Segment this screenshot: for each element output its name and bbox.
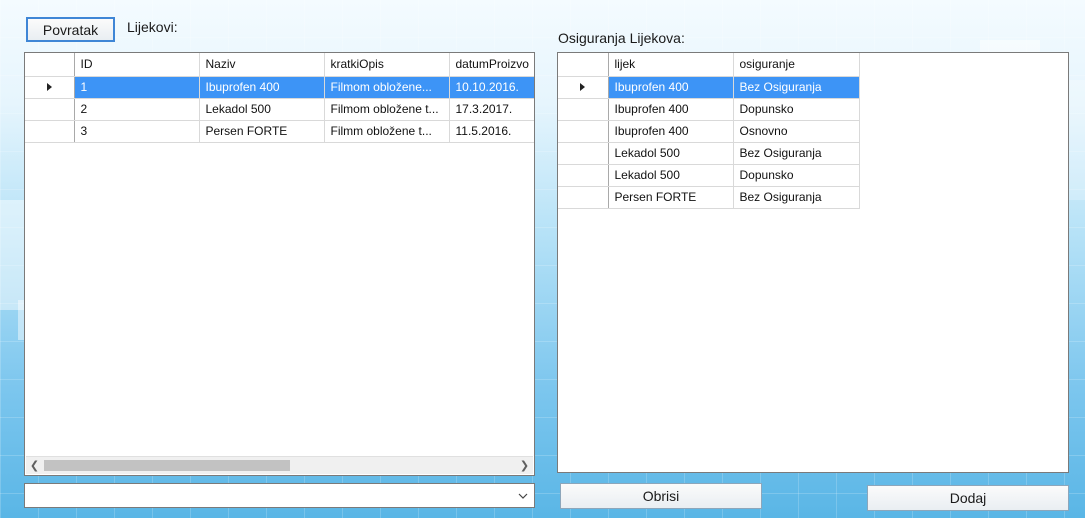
obrisi-button[interactable]: Obrisi [560,483,762,509]
cell-opis[interactable]: Filmom obložene... [324,76,450,99]
cell-lijek[interactable]: Lekadol 500 [608,164,734,187]
row-pointer-icon [46,83,52,91]
cell-id[interactable]: 3 [74,120,200,143]
column-header-datum[interactable]: datumProizvo [449,53,534,77]
table-row[interactable]: Lekadol 500 Dopunsko [558,164,860,187]
cell-datum[interactable]: 17.3.2017. [449,98,534,121]
cell-osiguranje[interactable]: Bez Osiguranja [733,142,860,165]
table-row[interactable]: 3 Persen FORTE Filmm obložene t... 11.5.… [25,120,534,143]
lijekovi-header-row: ID Naziv kratkiOpis datumProizvo [25,53,534,77]
cell-opis[interactable]: Filmom obložene t... [324,98,450,121]
lijek-combobox[interactable] [24,483,535,508]
cell-datum[interactable]: 10.10.2016. [449,76,534,99]
cell-naziv[interactable]: Lekadol 500 [199,98,325,121]
row-header-corner [25,53,75,77]
cell-lijek[interactable]: Lekadol 500 [608,142,734,165]
lijekovi-label: Lijekovi: [127,19,178,35]
row-header-corner [558,53,609,77]
horizontal-scrollbar[interactable]: ❮ ❯ [26,456,533,474]
osiguranja-header-row: lijek osiguranje [558,53,860,77]
cell-osiguranje[interactable]: Dopunsko [733,98,860,121]
chevron-down-icon[interactable] [516,489,530,503]
column-header-osiguranje[interactable]: osiguranje [733,53,860,77]
table-row[interactable]: 2 Lekadol 500 Filmom obložene t... 17.3.… [25,98,534,121]
row-header[interactable] [558,186,609,209]
cell-osiguranje[interactable]: Osnovno [733,120,860,143]
cell-osiguranje[interactable]: Dopunsko [733,164,860,187]
cell-datum[interactable]: 11.5.2016. [449,120,534,143]
row-header[interactable] [25,120,75,143]
osiguranja-grid[interactable]: lijek osiguranje Ibuprofen 400 Bez Osigu… [557,52,1069,473]
lijekovi-grid[interactable]: ID Naziv kratkiOpis datumProizvo 1 Ibupr… [24,52,535,476]
row-header[interactable] [558,76,609,99]
scrollbar-thumb[interactable] [44,460,290,471]
cell-naziv[interactable]: Ibuprofen 400 [199,76,325,99]
osiguranja-table: lijek osiguranje Ibuprofen 400 Bez Osigu… [558,53,860,209]
column-header-id[interactable]: ID [74,53,200,77]
osiguranja-label: Osiguranja Lijekova: [558,30,685,46]
table-row[interactable]: Ibuprofen 400 Osnovno [558,120,860,143]
table-row[interactable]: Ibuprofen 400 Bez Osiguranja [558,76,860,99]
table-row[interactable]: Ibuprofen 400 Dopunsko [558,98,860,121]
cell-lijek[interactable]: Ibuprofen 400 [608,76,734,99]
cell-naziv[interactable]: Persen FORTE [199,120,325,143]
cell-lijek[interactable]: Ibuprofen 400 [608,120,734,143]
column-header-lijek[interactable]: lijek [608,53,734,77]
row-header[interactable] [25,76,75,99]
row-header[interactable] [558,164,609,187]
cell-lijek[interactable]: Persen FORTE [608,186,734,209]
chevron-right-icon[interactable]: ❯ [516,457,533,474]
cell-osiguranje[interactable]: Bez Osiguranja [733,76,860,99]
cell-opis[interactable]: Filmm obložene t... [324,120,450,143]
column-header-naziv[interactable]: Naziv [199,53,325,77]
cell-osiguranje[interactable]: Bez Osiguranja [733,186,860,209]
lijekovi-table: ID Naziv kratkiOpis datumProizvo 1 Ibupr… [25,53,534,143]
table-row[interactable]: Lekadol 500 Bez Osiguranja [558,142,860,165]
table-row[interactable]: 1 Ibuprofen 400 Filmom obložene... 10.10… [25,76,534,99]
cell-id[interactable]: 2 [74,98,200,121]
chevron-left-icon[interactable]: ❮ [26,457,43,474]
row-pointer-icon [580,83,586,91]
cell-lijek[interactable]: Ibuprofen 400 [608,98,734,121]
row-header[interactable] [25,98,75,121]
back-button[interactable]: Povratak [26,17,115,42]
dodaj-button[interactable]: Dodaj [867,485,1069,511]
table-row[interactable]: Persen FORTE Bez Osiguranja [558,186,860,209]
row-header[interactable] [558,98,609,121]
column-header-kratki-opis[interactable]: kratkiOpis [324,53,450,77]
row-header[interactable] [558,142,609,165]
row-header[interactable] [558,120,609,143]
cell-id[interactable]: 1 [74,76,200,99]
